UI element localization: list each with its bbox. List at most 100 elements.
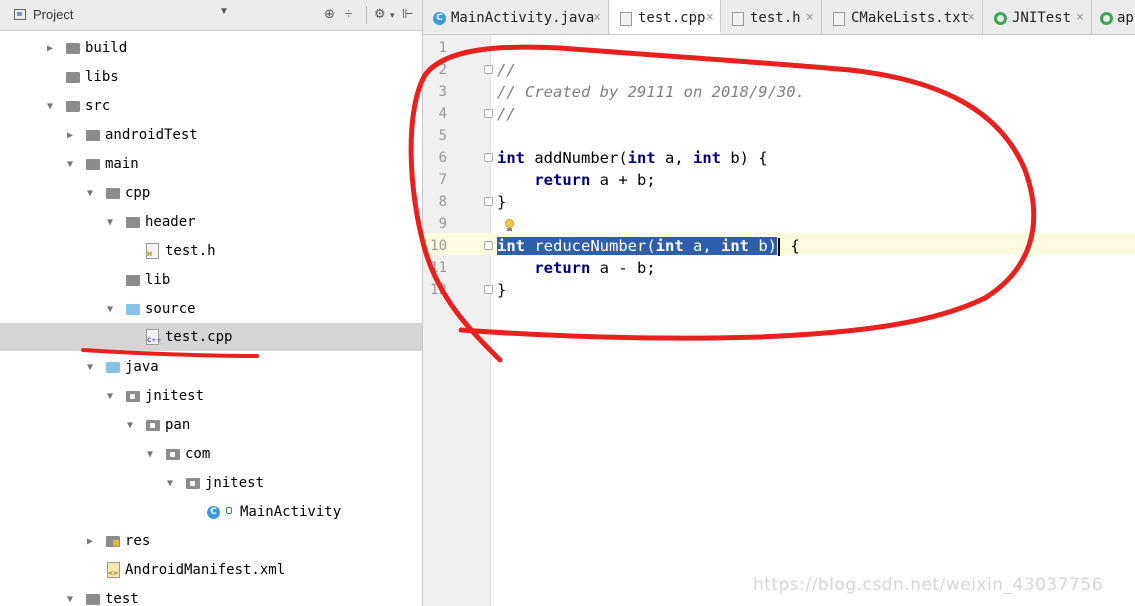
code-line-3: // Created by 29111 on 2018/9/30. — [497, 83, 805, 101]
chevron-right-icon[interactable]: ▶ — [47, 34, 53, 63]
line-number: 9 — [438, 216, 447, 232]
chevron-down-icon[interactable]: ▼ — [67, 150, 73, 179]
chevron-down-icon[interactable]: ▼ — [219, 6, 229, 17]
locate-target-icon[interactable]: ⊕ — [324, 6, 335, 22]
tree-item-lib[interactable]: lib — [0, 266, 422, 295]
fold-marker-icon[interactable] — [484, 109, 493, 118]
tree-item-label: jnitest — [205, 475, 265, 491]
close-icon[interactable]: × — [1076, 0, 1084, 34]
tree-item-src[interactable]: ▼ src — [0, 92, 422, 121]
project-view-icon — [14, 9, 26, 20]
folder-icon — [66, 43, 80, 54]
xml-file-icon: <> — [107, 562, 120, 578]
chevron-down-icon[interactable]: ▼ — [47, 92, 53, 121]
lightbulb-icon[interactable] — [504, 219, 515, 232]
tree-item-test[interactable]: ▼ test — [0, 585, 422, 606]
editor-tab-bar: C MainActivity.java × test.cpp × test.h … — [423, 0, 1135, 35]
tree-item-androidtest[interactable]: ▶ androidTest — [0, 121, 422, 150]
code-line-11: return a - b; — [534, 259, 656, 277]
source-folder-icon — [106, 362, 120, 373]
package-icon — [126, 391, 140, 402]
tab-test-cpp[interactable]: test.cpp × — [610, 0, 721, 34]
folder-icon — [66, 72, 80, 83]
folder-icon — [86, 594, 100, 605]
code-line-10: int reduceNumber(int a, int b) { — [497, 237, 800, 256]
fold-marker-icon[interactable] — [484, 285, 493, 294]
tree-item-build[interactable]: ▶ build — [0, 34, 422, 63]
close-icon[interactable]: × — [706, 0, 714, 34]
code-editor[interactable] — [491, 35, 1135, 606]
folder-icon — [66, 101, 80, 112]
tree-item-label: main — [105, 156, 139, 172]
tab-mainactivity-java[interactable]: C MainActivity.java × — [423, 0, 609, 34]
project-view-selector[interactable]: Project — [33, 7, 73, 22]
tree-item-jnitest[interactable]: ▼ jnitest — [0, 382, 422, 411]
tab-test-h[interactable]: test.h × — [722, 0, 822, 34]
chevron-down-icon[interactable]: ▼ — [87, 179, 93, 208]
tree-item-label: source — [145, 301, 196, 317]
tree-item-test-h[interactable]: H test.h — [0, 237, 422, 266]
fold-marker-icon[interactable] — [484, 65, 493, 74]
chevron-right-icon[interactable]: ▶ — [87, 527, 93, 556]
line-number: 7 — [438, 172, 447, 188]
text-file-icon — [833, 12, 845, 26]
tab-app[interactable]: app — [1093, 0, 1135, 34]
chevron-down-icon[interactable]: ▼ — [87, 353, 93, 382]
package-icon — [166, 449, 180, 460]
tree-item-jnitest-inner[interactable]: ▼ jnitest — [0, 469, 422, 498]
tree-item-com[interactable]: ▼ com — [0, 440, 422, 469]
close-icon[interactable]: × — [806, 0, 814, 34]
tree-item-main[interactable]: ▼ main — [0, 150, 422, 179]
tree-item-cpp[interactable]: ▼ cpp — [0, 179, 422, 208]
chevron-down-icon[interactable]: ▼ — [107, 208, 113, 237]
tree-item-label: header — [145, 214, 196, 230]
folder-icon — [106, 188, 120, 199]
text-caret — [777, 237, 780, 256]
line-number: 12 — [430, 282, 447, 298]
close-icon[interactable]: × — [967, 0, 975, 34]
close-icon[interactable]: × — [593, 0, 601, 34]
cpp-file-icon: C++ — [146, 329, 161, 345]
tree-item-header[interactable]: ▼ header — [0, 208, 422, 237]
fold-marker-icon[interactable] — [484, 197, 493, 206]
chevron-down-icon[interactable]: ▼ — [147, 440, 153, 469]
tree-item-label: jnitest — [145, 388, 205, 404]
gear-dropdown-icon[interactable]: ▾ — [390, 10, 395, 21]
tab-cmakelists-txt[interactable]: CMakeLists.txt × — [823, 0, 983, 34]
tree-item-libs[interactable]: libs — [0, 63, 422, 92]
line-number: 8 — [438, 194, 447, 210]
gear-icon[interactable]: ⚙ — [374, 6, 386, 22]
line-number: 11 — [430, 260, 447, 276]
code-line-8: } — [497, 193, 507, 211]
tree-item-res[interactable]: ▶ res — [0, 527, 422, 556]
package-icon — [186, 478, 200, 489]
chevron-down-icon[interactable]: ▼ — [107, 382, 113, 411]
chevron-down-icon[interactable]: ▼ — [167, 469, 173, 498]
chevron-down-icon[interactable]: ▼ — [107, 295, 113, 324]
line-number: 6 — [438, 150, 447, 166]
tab-jnitest[interactable]: JNITest × — [984, 0, 1092, 34]
tree-item-label: lib — [145, 272, 171, 288]
chevron-down-icon[interactable]: ▼ — [127, 411, 133, 440]
tree-item-label: java — [125, 359, 159, 375]
class-icon: C — [207, 506, 220, 519]
folder-icon — [126, 217, 140, 228]
selected-text: int reduceNumber(int a, int b) — [497, 237, 777, 255]
tree-item-java[interactable]: ▼ java — [0, 353, 422, 382]
tree-item-label: test.cpp — [165, 329, 233, 345]
tree-item-label: AndroidManifest.xml — [125, 562, 286, 578]
chevron-right-icon[interactable]: ▶ — [67, 121, 73, 150]
header-file-icon — [732, 12, 744, 26]
tree-item-pan[interactable]: ▼ pan — [0, 411, 422, 440]
tree-item-source[interactable]: ▼ source — [0, 295, 422, 324]
tree-item-test-cpp[interactable]: C++ test.cpp — [0, 323, 422, 351]
cpp-file-icon — [620, 12, 632, 26]
tree-item-androidmanifest[interactable]: <> AndroidManifest.xml — [0, 556, 422, 585]
chevron-down-icon[interactable]: ▼ — [67, 585, 73, 606]
hide-panel-icon[interactable]: ⊩ — [402, 6, 413, 22]
collapse-all-icon[interactable]: ÷ — [345, 6, 352, 21]
tree-item-mainactivity[interactable]: C MainActivity — [0, 498, 422, 527]
fold-marker-icon[interactable] — [484, 241, 493, 250]
fold-marker-icon[interactable] — [484, 153, 493, 162]
tree-item-label: src — [85, 98, 111, 114]
